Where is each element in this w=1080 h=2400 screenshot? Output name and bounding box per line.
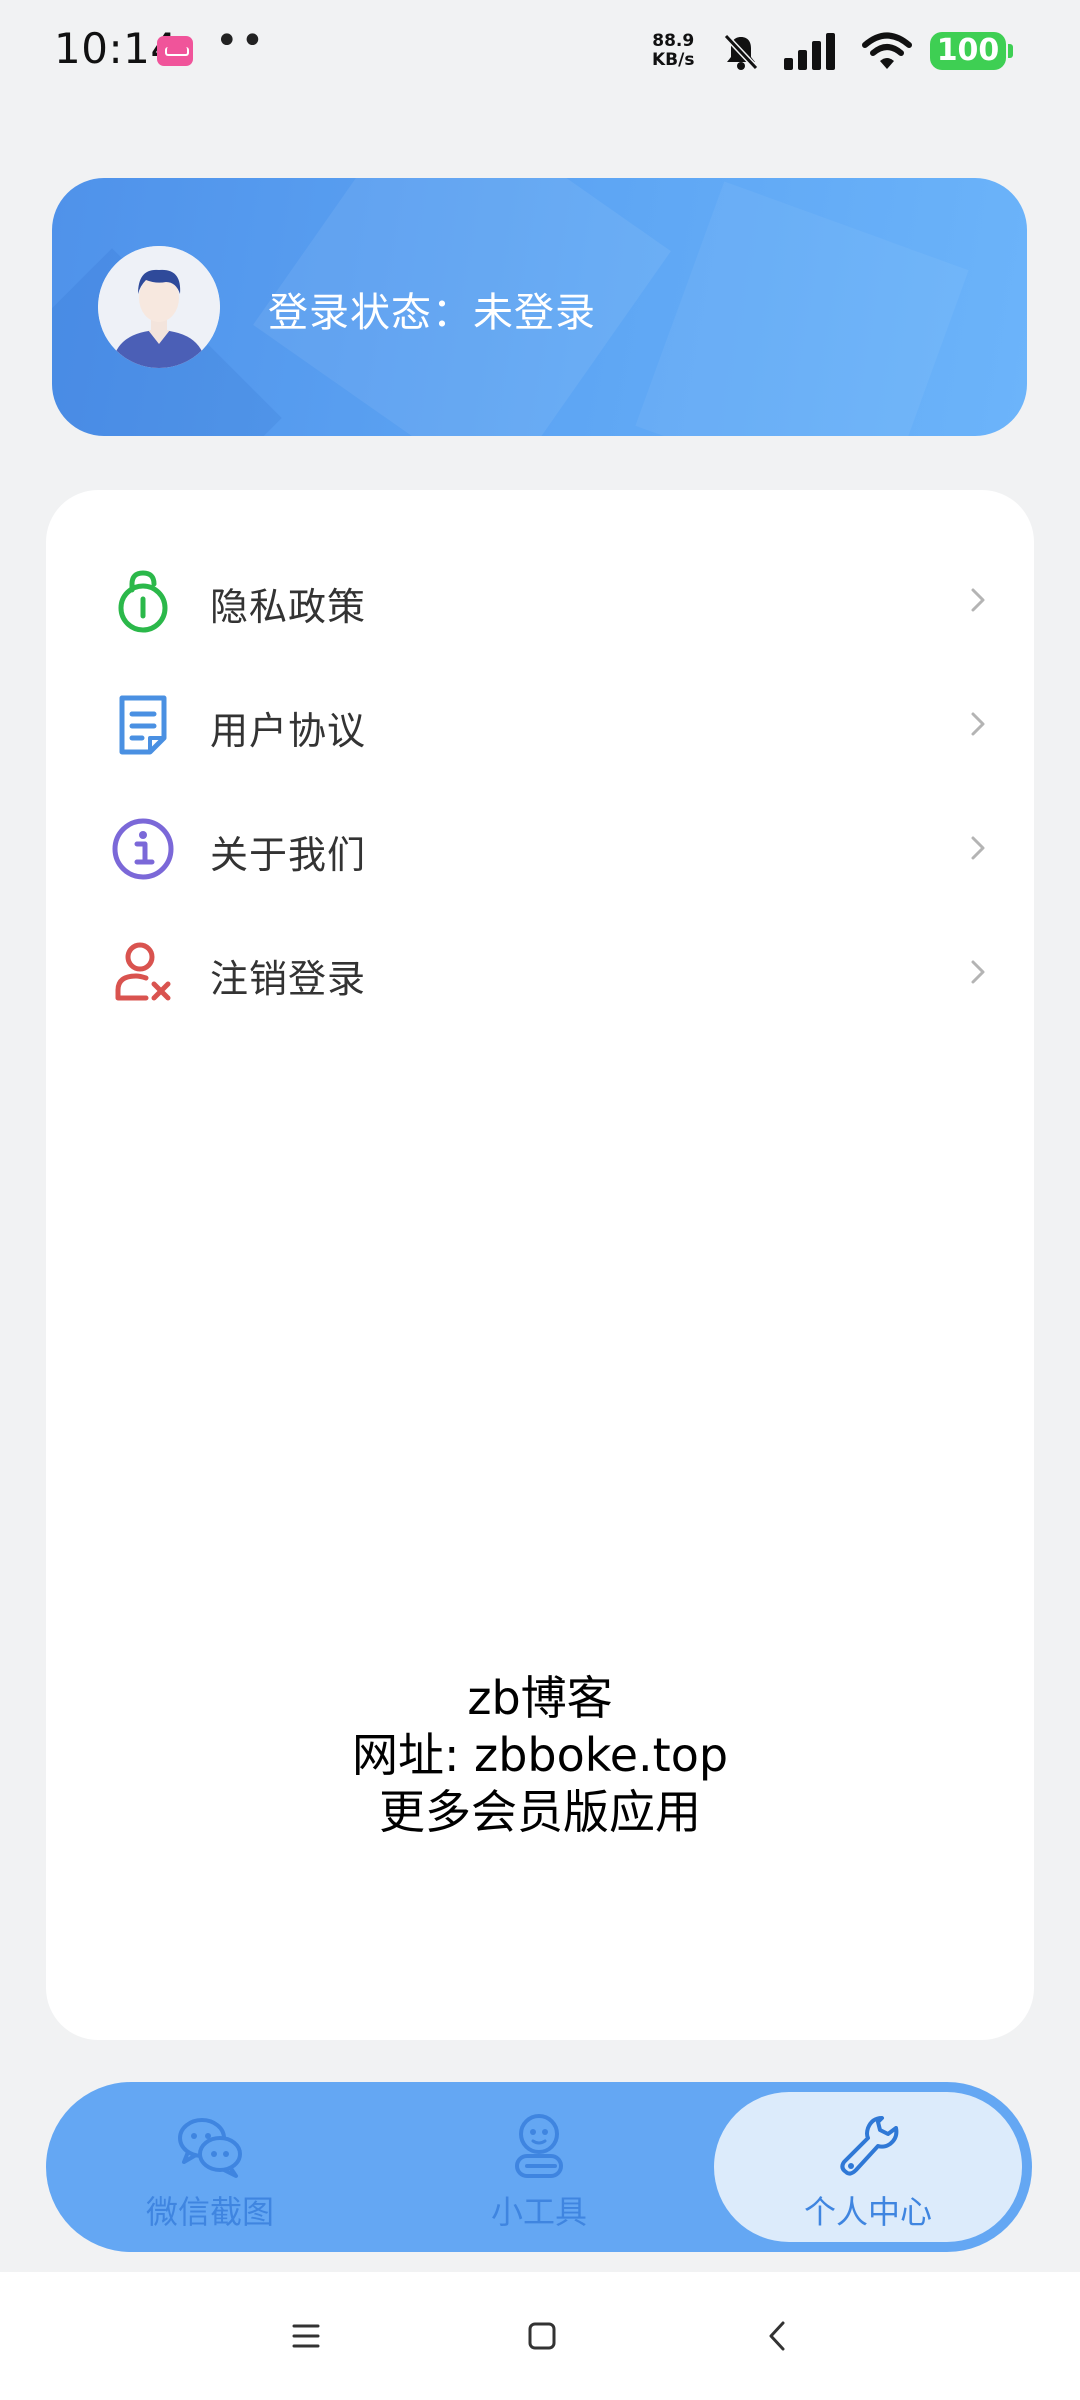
tab-label: 小工具 [490, 2193, 587, 2231]
privacy-lock-icon [118, 570, 168, 633]
tab-label: 微信截图 [145, 2193, 274, 2231]
menu-item-privacy-policy[interactable]: 隐私政策 [46, 538, 1034, 662]
tab-label: 个人中心 [803, 2193, 932, 2231]
login-status[interactable]: 登录状态：未登录 [268, 280, 596, 338]
info-icon [112, 818, 174, 880]
tab-wechat-screenshot[interactable]: 微信截图 [46, 2082, 374, 2252]
user-remove-icon [115, 942, 171, 1001]
network-speed: 88.9 KB/s [652, 32, 694, 70]
bottom-tab-bar: 微信截图 小工具 个人中心 [46, 2082, 1032, 2252]
menu-card: 隐私政策 用户协议 关于我们 注销登录 zb博客 网址: zbboke.top … [46, 490, 1034, 2040]
screen: 10:14 •• 88.9 KB/s 100 登录状态：未登录 隐私政策 用户协… [0, 0, 1080, 2400]
menu-item-label: 关于我们 [210, 833, 367, 877]
battery-indicator: 100 [930, 32, 1013, 70]
app-notification-icon [157, 36, 193, 66]
robot-icon [515, 2114, 563, 2178]
more-notifications-icon: •• [215, 18, 267, 64]
tab-tools[interactable]: 小工具 [375, 2082, 703, 2252]
user-avatar-icon [98, 246, 220, 368]
mute-bell-icon [723, 33, 759, 71]
status-bar: 10:14 •• 88.9 KB/s 100 [0, 0, 1080, 100]
chevron-right-icon [971, 588, 985, 612]
chevron-right-icon [971, 960, 985, 984]
signal-icon [784, 33, 835, 70]
chevron-right-icon [971, 712, 985, 736]
promo-text: zb博客 网址: zbboke.top 更多会员版应用 [46, 1670, 1034, 1841]
menu-item-label: 用户协议 [210, 709, 367, 753]
network-speed-value: 88.9 [652, 31, 695, 51]
document-icon [119, 695, 167, 755]
menu-item-user-agreement[interactable]: 用户协议 [46, 662, 1034, 786]
promo-title: zb博客 [467, 1671, 613, 1725]
menu-item-label: 注销登录 [210, 957, 367, 1001]
home-icon[interactable] [520, 2314, 564, 2358]
back-icon[interactable] [756, 2314, 800, 2358]
promo-url: 网址: zbboke.top [351, 1728, 729, 1782]
avatar[interactable] [98, 246, 220, 368]
chevron-right-icon [971, 836, 985, 860]
menu-item-about-us[interactable]: 关于我们 [46, 786, 1034, 910]
network-speed-unit: KB/s [652, 50, 695, 70]
menu-item-label: 隐私政策 [210, 585, 367, 629]
wrench-icon [840, 2116, 899, 2176]
card-decoration [635, 181, 969, 436]
system-nav-bar [0, 2272, 1080, 2400]
wechat-icon [178, 2118, 242, 2178]
tab-personal-center[interactable]: 个人中心 [704, 2082, 1032, 2252]
menu-item-logout[interactable]: 注销登录 [46, 910, 1034, 1034]
wifi-icon [862, 32, 912, 69]
menu-icon[interactable] [284, 2314, 328, 2358]
promo-subtitle: 更多会员版应用 [379, 1785, 701, 1839]
